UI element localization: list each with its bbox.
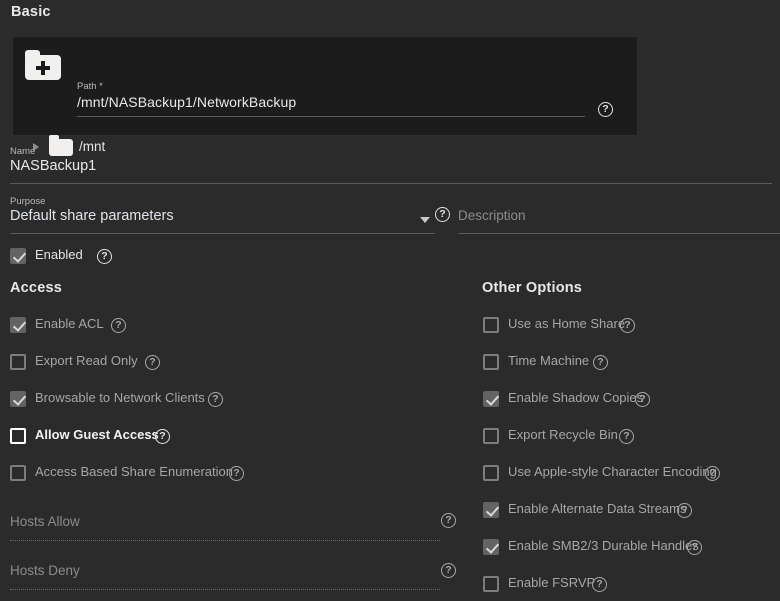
path-input[interactable]: /mnt/NASBackup1/NetworkBackup <box>77 94 296 110</box>
export-recycle-bin-checkbox[interactable] <box>483 428 499 444</box>
time-machine-label: Time Machine <box>508 353 590 368</box>
enable-shadow-copies-label: Enable Shadow Copies <box>508 390 644 405</box>
access-based-share-enumeration-checkbox[interactable] <box>10 465 26 481</box>
enable-fsrvp-checkbox[interactable] <box>483 576 499 592</box>
use-as-home-share-checkbox[interactable] <box>483 317 499 333</box>
access-based-share-enumeration-label: Access Based Share Enumeration <box>35 464 233 479</box>
path-help-icon[interactable]: ? <box>598 102 613 117</box>
smb-durable-handles-help-icon[interactable]: ? <box>687 540 702 555</box>
allow-guest-access-checkbox[interactable] <box>10 428 26 444</box>
alternate-data-streams-help-icon[interactable]: ? <box>677 503 692 518</box>
enable-acl-checkbox[interactable] <box>10 317 26 333</box>
hosts-allow-underline <box>10 540 440 541</box>
purpose-select-value[interactable]: Default share parameters <box>10 208 174 224</box>
time-machine-help-icon[interactable]: ? <box>593 355 608 370</box>
access-based-share-enumeration-help-icon[interactable]: ? <box>229 466 244 481</box>
purpose-help-icon[interactable]: ? <box>435 207 450 222</box>
name-field-label: Name <box>10 146 36 157</box>
apple-style-encoding-label: Use Apple-style Character Encoding <box>508 464 717 479</box>
export-recycle-bin-help-icon[interactable]: ? <box>619 429 634 444</box>
directory-tree-label: /mnt <box>79 139 106 154</box>
enable-shadow-copies-checkbox[interactable] <box>483 391 499 407</box>
hosts-allow-input[interactable]: Hosts Allow <box>10 514 80 529</box>
export-read-only-checkbox[interactable] <box>10 354 26 370</box>
browsable-help-icon[interactable]: ? <box>208 392 223 407</box>
enable-fsrvp-label: Enable FSRVP <box>508 575 596 590</box>
purpose-underline <box>10 233 435 234</box>
alternate-data-streams-label: Enable Alternate Data Streams <box>508 501 687 516</box>
enabled-checkbox[interactable] <box>10 248 26 264</box>
other-options-section-title: Other Options <box>482 280 583 296</box>
purpose-field-label: Purpose <box>10 196 46 207</box>
enabled-help-icon[interactable]: ? <box>97 249 112 264</box>
use-as-home-share-help-icon[interactable]: ? <box>620 318 635 333</box>
allow-guest-access-label: Allow Guest Access <box>35 427 159 442</box>
export-read-only-help-icon[interactable]: ? <box>145 355 160 370</box>
export-read-only-label: Export Read Only <box>35 353 138 368</box>
enabled-label: Enabled <box>35 247 83 262</box>
enable-shadow-copies-help-icon[interactable]: ? <box>635 392 650 407</box>
browsable-checkbox[interactable] <box>10 391 26 407</box>
use-as-home-share-label: Use as Home Share <box>508 316 626 331</box>
apple-style-encoding-checkbox[interactable] <box>483 465 499 481</box>
name-input[interactable]: NASBackup1 <box>10 158 96 174</box>
hosts-deny-help-icon[interactable]: ? <box>441 563 456 578</box>
hosts-deny-underline <box>10 589 440 590</box>
time-machine-checkbox[interactable] <box>483 354 499 370</box>
name-underline <box>10 183 772 184</box>
folder-add-icon[interactable] <box>25 50 61 80</box>
access-section-title: Access <box>10 280 62 296</box>
smb-durable-handles-checkbox[interactable] <box>483 539 499 555</box>
enable-fsrvp-help-icon[interactable]: ? <box>592 577 607 592</box>
browsable-label: Browsable to Network Clients <box>35 390 205 405</box>
chevron-down-icon[interactable] <box>420 217 430 223</box>
folder-icon <box>49 135 73 156</box>
page-title: Basic <box>11 4 51 20</box>
hosts-deny-input[interactable]: Hosts Deny <box>10 563 80 578</box>
path-panel: Path * /mnt/NASBackup1/NetworkBackup ? /… <box>12 36 638 156</box>
alternate-data-streams-checkbox[interactable] <box>483 502 499 518</box>
export-recycle-bin-label: Export Recycle Bin <box>508 427 618 442</box>
enable-acl-help-icon[interactable]: ? <box>111 318 126 333</box>
description-underline <box>458 233 780 234</box>
path-underline <box>77 116 585 117</box>
apple-style-encoding-help-icon[interactable]: ? <box>705 466 720 481</box>
enable-acl-label: Enable ACL <box>35 316 104 331</box>
hosts-allow-help-icon[interactable]: ? <box>441 513 456 528</box>
path-field-label: Path * <box>77 81 103 92</box>
description-input[interactable]: Description <box>458 208 526 223</box>
smb-durable-handles-label: Enable SMB2/3 Durable Handles <box>508 538 699 553</box>
allow-guest-access-help-icon[interactable]: ? <box>155 429 170 444</box>
share-settings-page: Basic Path * /mnt/NASBackup1/NetworkBack… <box>0 0 780 601</box>
